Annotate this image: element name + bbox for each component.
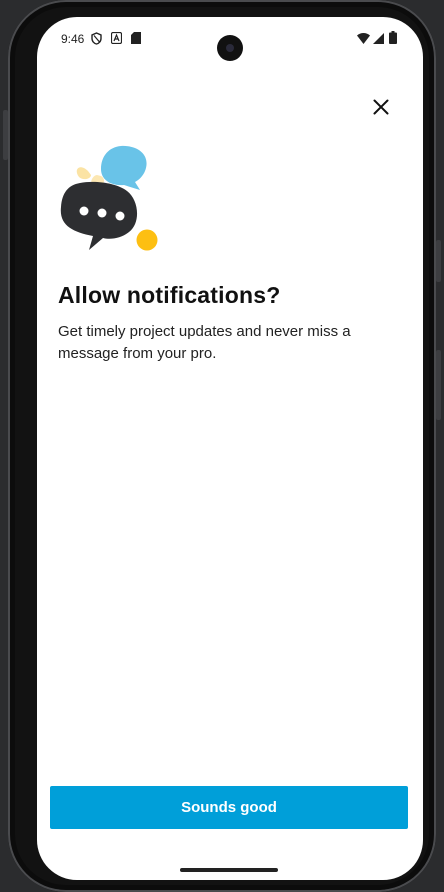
sd-card-icon xyxy=(131,32,141,47)
dialog-title: Allow notifications? xyxy=(58,282,281,308)
close-icon xyxy=(373,99,389,115)
front-camera xyxy=(217,35,243,61)
volume-button xyxy=(436,350,441,420)
battery-icon xyxy=(389,31,397,47)
screen: 9:46 Allow notifications? Get timely pro… xyxy=(37,17,423,880)
phone-frame: 9:46 Allow notifications? Get timely pro… xyxy=(3,0,441,892)
dialog-description: Get timely project updates and never mis… xyxy=(58,323,351,362)
sounds-good-button[interactable]: Sounds good xyxy=(50,786,408,829)
status-time: 9:46 xyxy=(61,32,85,46)
chat-bubbles-icon xyxy=(59,145,159,255)
close-button[interactable] xyxy=(367,93,395,121)
signal-icon xyxy=(373,33,384,47)
volume-button xyxy=(436,240,441,282)
home-indicator[interactable] xyxy=(180,868,278,872)
wifi-icon xyxy=(357,33,370,47)
shield-icon xyxy=(91,32,102,48)
power-button xyxy=(3,110,8,160)
a-badge-icon xyxy=(110,31,123,47)
